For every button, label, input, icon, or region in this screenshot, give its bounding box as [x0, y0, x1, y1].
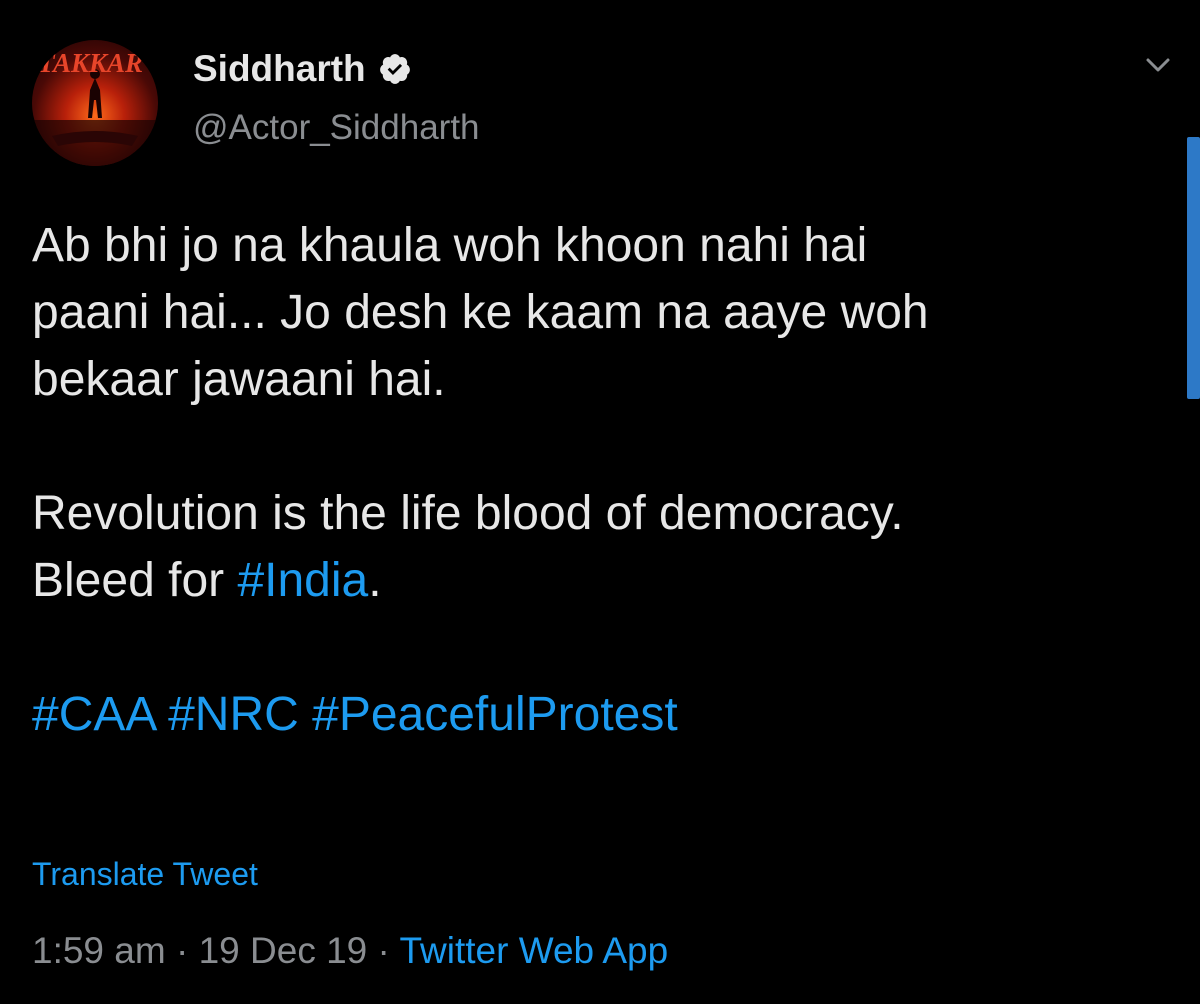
- chevron-down-icon[interactable]: [1140, 50, 1176, 80]
- hashtag-link[interactable]: #India: [237, 554, 368, 607]
- author-row[interactable]: Siddharth: [193, 44, 412, 94]
- tweet-source-link[interactable]: Twitter Web App: [399, 930, 668, 971]
- display-name[interactable]: Siddharth: [193, 48, 366, 90]
- avatar-image: TAKKAR: [32, 48, 158, 166]
- meta-separator: ·: [367, 930, 400, 971]
- avatar[interactable]: TAKKAR: [32, 40, 158, 166]
- tweet-line: bekaar jawaani hai.: [32, 353, 446, 406]
- tweet-line: paani hai... Jo desh ke kaam na aaye woh: [32, 286, 929, 339]
- author-handle[interactable]: @Actor_Siddharth: [193, 108, 480, 148]
- hashtag-link[interactable]: #PeacefulProtest: [312, 688, 678, 741]
- tweet: TAKKAR Siddharth @Actor_Siddharth Ab bhi…: [0, 0, 1200, 1004]
- avatar-title: TAKKAR: [38, 48, 143, 78]
- meta-separator: ·: [165, 930, 199, 971]
- translate-tweet-link[interactable]: Translate Tweet: [32, 856, 258, 893]
- tweet-time[interactable]: 1:59 am: [32, 930, 166, 971]
- tweet-line: Revolution is the life blood of democrac…: [32, 487, 904, 540]
- tweet-text: Ab bhi jo na khaula woh khoon nahi hai p…: [32, 212, 1182, 748]
- tweet-line: Bleed for #India.: [32, 547, 1182, 614]
- tweet-text-fragment: Bleed for: [32, 554, 238, 607]
- hashtag-line: #CAA #NRC #PeacefulProtest: [32, 681, 1182, 748]
- tweet-meta: 1:59 am · 19 Dec 19 · Twitter Web App: [32, 930, 668, 972]
- tweet-line: Ab bhi jo na khaula woh khoon nahi hai: [32, 219, 868, 272]
- verified-badge-icon: [378, 52, 412, 86]
- hashtag-link[interactable]: #NRC: [168, 688, 299, 741]
- scrollbar[interactable]: [1187, 137, 1200, 399]
- tweet-text-fragment: .: [368, 554, 382, 607]
- tweet-date[interactable]: 19 Dec 19: [199, 930, 368, 971]
- hashtag-link[interactable]: #CAA: [32, 688, 155, 741]
